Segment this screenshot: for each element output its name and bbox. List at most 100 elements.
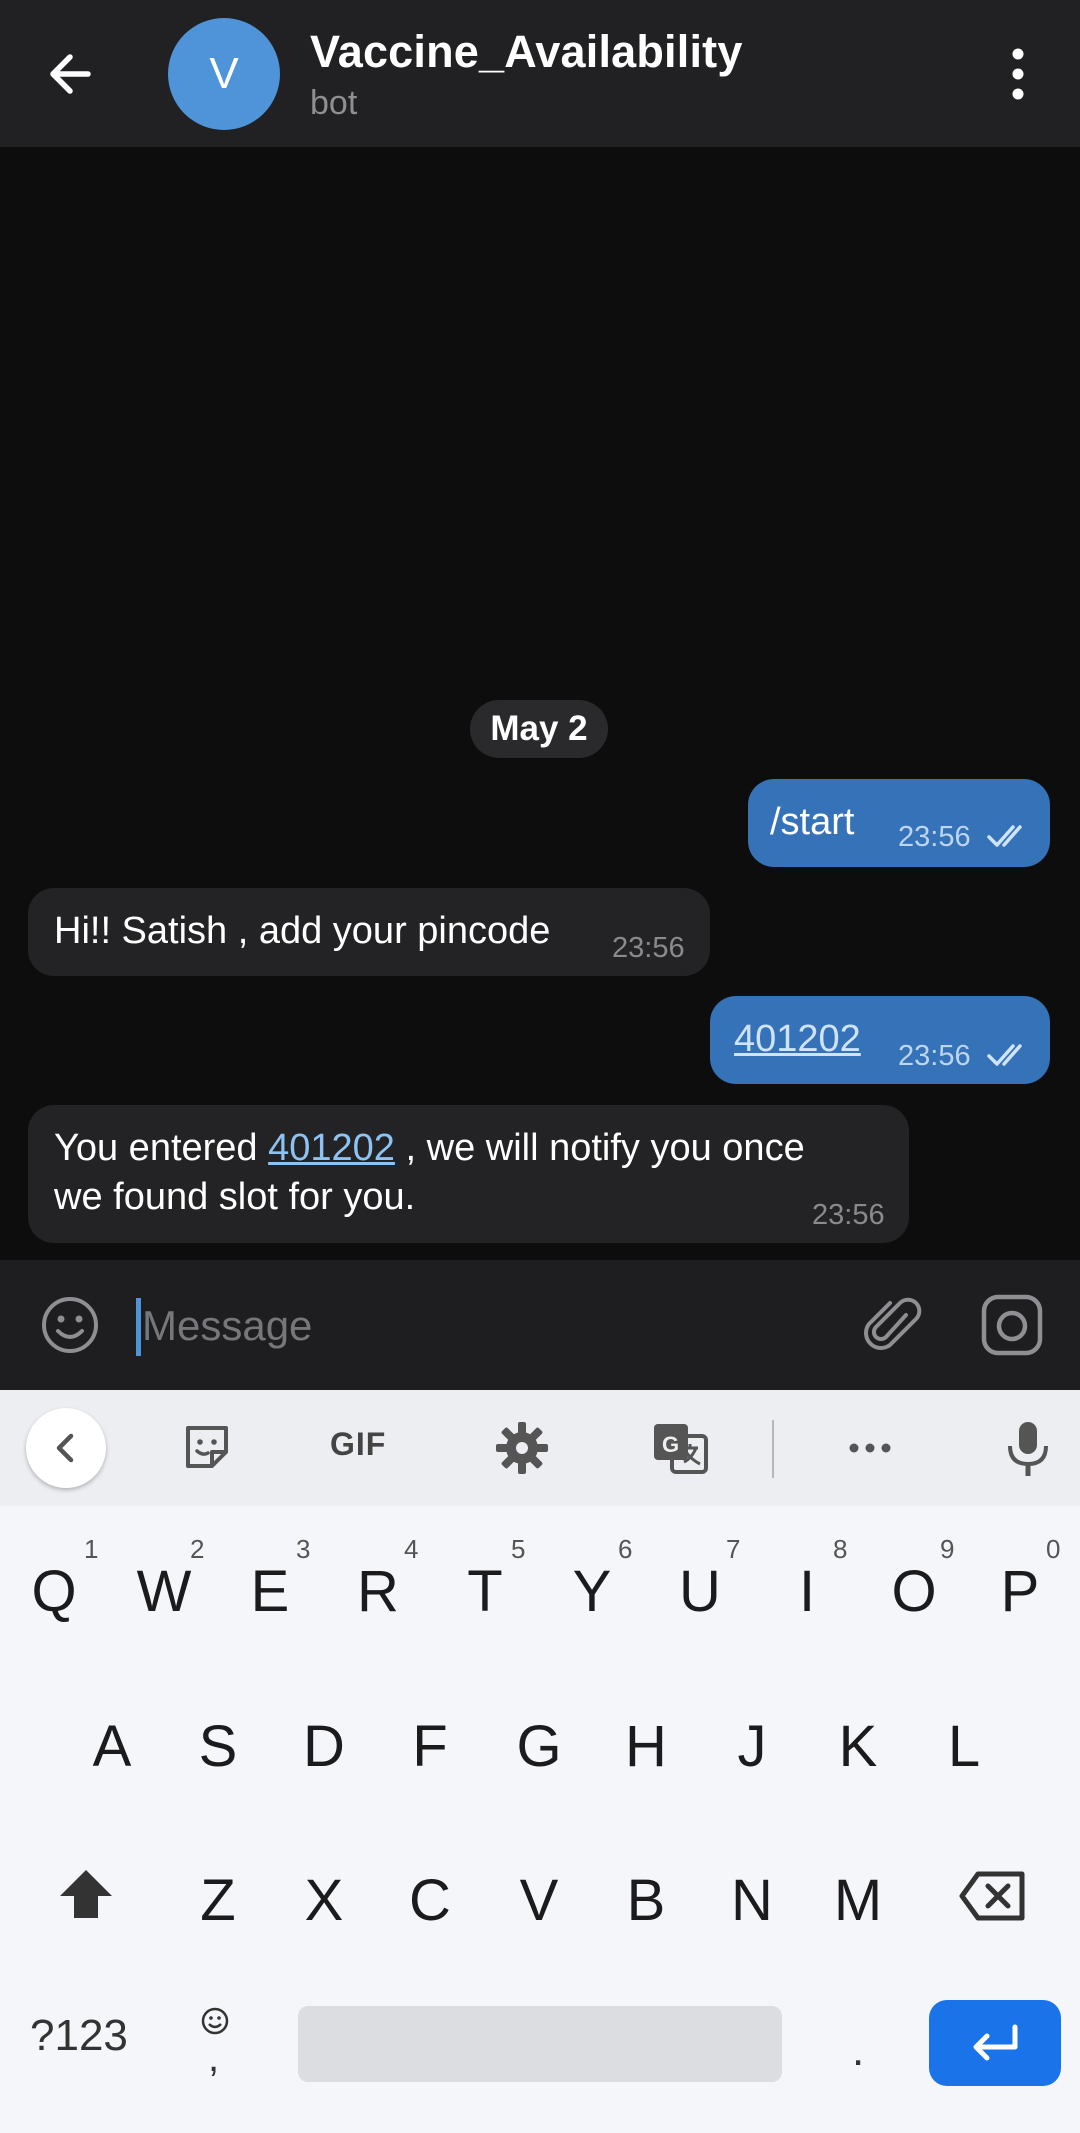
key-hint: 2: [190, 1534, 205, 1564]
gear-icon: [496, 1422, 548, 1474]
gif-button[interactable]: GIF: [330, 1426, 386, 1463]
chat-title[interactable]: Vaccine_Availability: [310, 26, 743, 78]
key-label: U: [679, 1559, 721, 1624]
more-menu-button[interactable]: [1000, 46, 1036, 102]
message-text-before: You entered: [54, 1127, 258, 1169]
smiley-icon: [42, 1297, 98, 1353]
key-y[interactable]: Y6: [560, 1534, 633, 1625]
key-k[interactable]: K: [826, 1713, 890, 1780]
keyboard-toolbar: GIF G: [0, 1390, 1080, 1506]
arrow-left-icon: [50, 54, 91, 94]
key-label: W: [136, 1559, 192, 1624]
key-j[interactable]: J: [720, 1713, 784, 1780]
key-o[interactable]: O9: [882, 1534, 954, 1625]
key-m[interactable]: M: [826, 1867, 890, 1934]
sticker-icon: [186, 1426, 228, 1468]
enter-icon: [973, 2024, 1018, 2061]
paperclip-icon: [864, 1297, 922, 1350]
key-hint: 7: [726, 1534, 741, 1564]
message-bubble-incoming[interactable]: Hi!! Satish , add your pincode 23:56: [28, 888, 710, 976]
double-check-icon: [987, 825, 1022, 847]
message-text-after: , we will notify you once: [405, 1127, 805, 1169]
more-options-button[interactable]: [838, 1416, 902, 1480]
key-hint: 8: [833, 1534, 848, 1564]
keyboard-settings-button[interactable]: [490, 1416, 554, 1480]
double-check-icon: [987, 1044, 1022, 1066]
message-time: 23:56: [898, 1040, 971, 1072]
period-key[interactable]: .: [852, 2026, 864, 2076]
key-hint: 3: [296, 1534, 311, 1564]
attach-button[interactable]: [860, 1293, 924, 1357]
key-hint: 4: [404, 1534, 419, 1564]
key-label: Y: [572, 1559, 612, 1624]
key-e[interactable]: E3: [238, 1534, 311, 1625]
emoji-button[interactable]: [38, 1293, 102, 1357]
spacebar[interactable]: [298, 2006, 782, 2082]
key-f[interactable]: F: [398, 1713, 462, 1780]
message-text: You entered 401202 , we will notify you …: [54, 1127, 805, 1170]
translate-button[interactable]: G: [648, 1416, 712, 1480]
back-button[interactable]: [40, 42, 104, 106]
backspace-icon: [959, 1871, 1025, 1921]
comma-key[interactable]: ,: [208, 2036, 219, 2081]
message-link[interactable]: 401202: [734, 1018, 861, 1061]
key-b[interactable]: B: [614, 1867, 678, 1934]
key-u[interactable]: U7: [668, 1534, 740, 1625]
key-l[interactable]: L: [932, 1713, 996, 1780]
key-q[interactable]: Q1: [22, 1534, 98, 1625]
key-x[interactable]: X: [292, 1867, 356, 1934]
key-s[interactable]: S: [186, 1713, 250, 1780]
symbols-key[interactable]: ?123: [30, 2011, 128, 2061]
key-a[interactable]: A: [80, 1713, 144, 1780]
microphone-icon: [1008, 1422, 1048, 1476]
sticker-button[interactable]: [176, 1416, 240, 1480]
message-text: /start: [770, 801, 855, 843]
key-w[interactable]: W2: [132, 1534, 205, 1625]
key-c[interactable]: C: [398, 1867, 462, 1934]
date-chip: May 2: [470, 700, 608, 758]
more-horizontal-icon: [849, 1443, 891, 1453]
message-time: 23:56: [612, 932, 685, 964]
key-label: O: [891, 1559, 937, 1624]
message-input[interactable]: [140, 1290, 844, 1362]
key-t[interactable]: T5: [453, 1534, 525, 1625]
message-list[interactable]: May 2 /start 23:56 Hi!! Satish , add you…: [0, 147, 1080, 1260]
key-hint: 1: [84, 1534, 99, 1564]
message-link[interactable]: 401202: [268, 1127, 395, 1169]
key-n[interactable]: N: [720, 1867, 784, 1934]
key-hint: 0: [1046, 1534, 1061, 1564]
camera-icon: [981, 1294, 1043, 1356]
backspace-key[interactable]: [958, 1868, 1028, 1929]
key-p[interactable]: P0: [988, 1534, 1061, 1625]
keyboard-back-button[interactable]: [26, 1408, 106, 1488]
svg-text:G: G: [662, 1432, 679, 1457]
keyboard: Q1 W2 E3 R4 T5 Y6 U7 I8 O9 P0 A S D F G …: [0, 1506, 1080, 2133]
enter-key[interactable]: [929, 2000, 1061, 2086]
key-h[interactable]: H: [614, 1713, 678, 1780]
message-text: Hi!! Satish , add your pincode: [54, 910, 551, 952]
key-g[interactable]: G: [507, 1713, 571, 1780]
avatar[interactable]: V: [168, 18, 280, 130]
message-bubble-outgoing[interactable]: /start 23:56: [748, 779, 1050, 867]
key-hint: 9: [940, 1534, 955, 1564]
smiley-icon: [201, 2007, 229, 2035]
key-z[interactable]: Z: [186, 1867, 250, 1934]
key-label: P: [1000, 1559, 1040, 1624]
key-label: E: [250, 1559, 290, 1624]
shift-icon: [60, 1870, 112, 1918]
shift-key[interactable]: [56, 1864, 116, 1929]
key-hint: 6: [618, 1534, 633, 1564]
key-v[interactable]: V: [507, 1867, 571, 1934]
voice-input-button[interactable]: [996, 1416, 1060, 1480]
message-bubble-incoming[interactable]: You entered 401202 , we will notify you …: [28, 1105, 909, 1243]
key-r[interactable]: R4: [346, 1534, 418, 1625]
key-d[interactable]: D: [292, 1713, 356, 1780]
more-vertical-icon: [1012, 48, 1024, 100]
key-label: T: [467, 1559, 503, 1624]
chat-subtitle: bot: [310, 84, 358, 122]
key-i[interactable]: I8: [775, 1534, 848, 1625]
camera-button[interactable]: [980, 1293, 1044, 1357]
message-bubble-outgoing[interactable]: 401202 23:56: [710, 996, 1050, 1084]
emoji-key[interactable]: [200, 2006, 242, 2041]
translate-icon: G: [654, 1424, 708, 1474]
